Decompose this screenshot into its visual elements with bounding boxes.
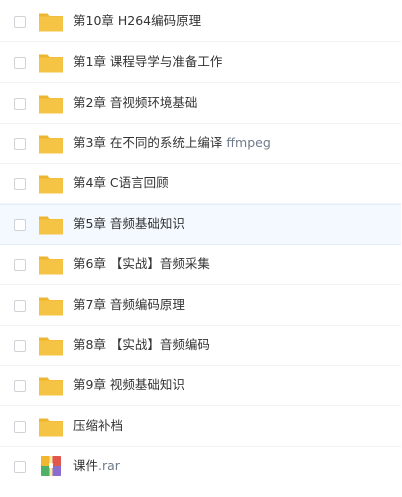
file-row[interactable]: 第9章 视频基础知识 [0, 366, 401, 406]
file-name[interactable]: 第2章 音视频环境基础 [73, 95, 197, 111]
folder-icon [38, 413, 64, 439]
folder-icon [38, 292, 64, 318]
file-name[interactable]: 第7章 音频编码原理 [73, 297, 185, 313]
file-row[interactable]: 第1章 课程导学与准备工作 [0, 43, 401, 83]
row-checkbox[interactable] [14, 16, 26, 28]
row-checkbox[interactable] [14, 219, 26, 231]
file-name[interactable]: 第4章 C语言回顾 [73, 175, 169, 191]
folder-icon [38, 372, 64, 398]
row-checkbox[interactable] [14, 421, 26, 433]
file-row[interactable]: 第3章 在不同的系统上编译 ffmpeg [0, 124, 401, 164]
file-name[interactable]: 第5章 音频基础知识 [73, 216, 185, 232]
row-checkbox[interactable] [14, 138, 26, 150]
folder-icon [38, 170, 64, 196]
file-row[interactable]: 第5章 音频基础知识 [0, 204, 401, 245]
file-name[interactable]: 课件.rar [73, 458, 120, 474]
file-name-suffix: ffmpeg [226, 135, 271, 150]
file-name-text: 第3章 在不同的系统上编译 [73, 135, 223, 150]
row-checkbox[interactable] [14, 340, 26, 352]
file-name[interactable]: 第6章 【实战】音频采集 [73, 256, 210, 272]
folder-icon [38, 211, 64, 237]
archive-icon [38, 453, 64, 479]
row-checkbox[interactable] [14, 98, 26, 110]
file-row[interactable]: 第2章 音视频环境基础 [0, 84, 401, 124]
row-checkbox[interactable] [14, 300, 26, 312]
folder-icon [38, 332, 64, 358]
folder-icon [38, 90, 64, 116]
file-extension: .rar [98, 458, 120, 473]
file-name[interactable]: 压缩补档 [73, 418, 123, 434]
row-checkbox[interactable] [14, 178, 26, 190]
file-row[interactable]: 第7章 音频编码原理 [0, 286, 401, 326]
row-checkbox[interactable] [14, 259, 26, 271]
file-row[interactable]: 第10章 H264编码原理 [0, 2, 401, 42]
folder-icon [38, 130, 64, 156]
file-name[interactable]: 第1章 课程导学与准备工作 [73, 54, 222, 70]
file-row[interactable]: 第6章 【实战】音频采集 [0, 245, 401, 285]
file-list: 第10章 H264编码原理 第1章 课程导学与准备工作 第2章 音视频环境基础 … [0, 0, 402, 497]
file-name[interactable]: 第3章 在不同的系统上编译 ffmpeg [73, 135, 271, 151]
row-checkbox[interactable] [14, 461, 26, 473]
folder-icon [38, 8, 64, 34]
folder-icon [38, 251, 64, 277]
file-name[interactable]: 第9章 视频基础知识 [73, 377, 185, 393]
folder-icon [38, 49, 64, 75]
file-row[interactable]: 第4章 C语言回顾 [0, 164, 401, 204]
file-row[interactable]: 课件.rar [0, 447, 401, 487]
file-row[interactable]: 第8章 【实战】音频编码 [0, 326, 401, 366]
file-name-text: 课件 [73, 458, 99, 473]
file-name[interactable]: 第8章 【实战】音频编码 [73, 337, 210, 353]
file-name[interactable]: 第10章 H264编码原理 [73, 13, 201, 29]
row-checkbox[interactable] [14, 57, 26, 69]
file-row[interactable]: 压缩补档 [0, 407, 401, 447]
row-checkbox[interactable] [14, 380, 26, 392]
